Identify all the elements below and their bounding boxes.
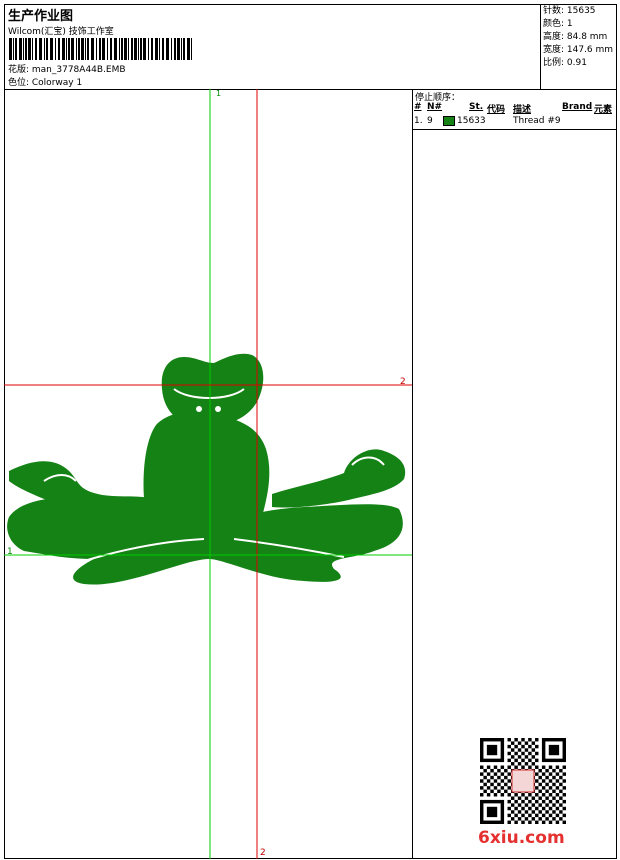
col-hash: # [414,102,422,112]
horizontal-guide-1-label: 1 [7,547,13,557]
col-description: 描述 [513,105,532,115]
design-svg: 1 2 2 1 [4,89,412,859]
meditating-frog-icon [7,353,406,585]
row-stitches: 15633 [457,116,486,126]
row-number: 9 [427,116,433,126]
row-description: Thread #9 [513,116,561,126]
vertical-guide-2-label: 2 [260,848,266,858]
col-brand: Brand [562,102,593,112]
watermark-text: 6xiu.com [478,828,565,848]
design-height: 高度: 84.8 mm [543,32,608,42]
specs-panel: 针数: 15635 颜色: 1 高度: 84.8 mm 宽度: 147.6 mm… [540,4,617,90]
col-code: 代码 [487,105,506,115]
colorway: 色位: Colorway 1 [8,78,83,88]
design-filename: 花版: man_3778A44B.EMB [8,65,126,75]
row-index: 1. [414,116,423,126]
col-number: N# [427,102,443,112]
header: 生产作业图 Wilcom(汇宝) 技饰工作室 花版: man_3778A44B.… [4,4,617,90]
thread-color-swatch [443,116,455,126]
horizontal-guide-2-label: 2 [400,377,406,387]
stop-sequence-panel: 停止顺序： # N# St. 代码 描述 Brand 元素 1. 9 15633… [413,89,617,130]
design-scale: 比例: 0.91 [543,58,587,68]
col-stitches: St. [469,102,484,112]
vertical-guide-1-label: 1 [216,89,221,98]
design-canvas[interactable]: 1 2 2 1 [4,89,413,859]
stitch-count: 针数: 15635 [543,6,596,16]
col-element: 元素 [594,105,613,115]
qr-code-icon [480,738,566,824]
color-count: 颜色: 1 [543,19,573,29]
barcode-icon [9,38,192,60]
page-title: 生产作业图 [8,9,74,24]
company-name: Wilcom(汇宝) 技饰工作室 [8,27,114,37]
design-width: 宽度: 147.6 mm [543,45,614,55]
